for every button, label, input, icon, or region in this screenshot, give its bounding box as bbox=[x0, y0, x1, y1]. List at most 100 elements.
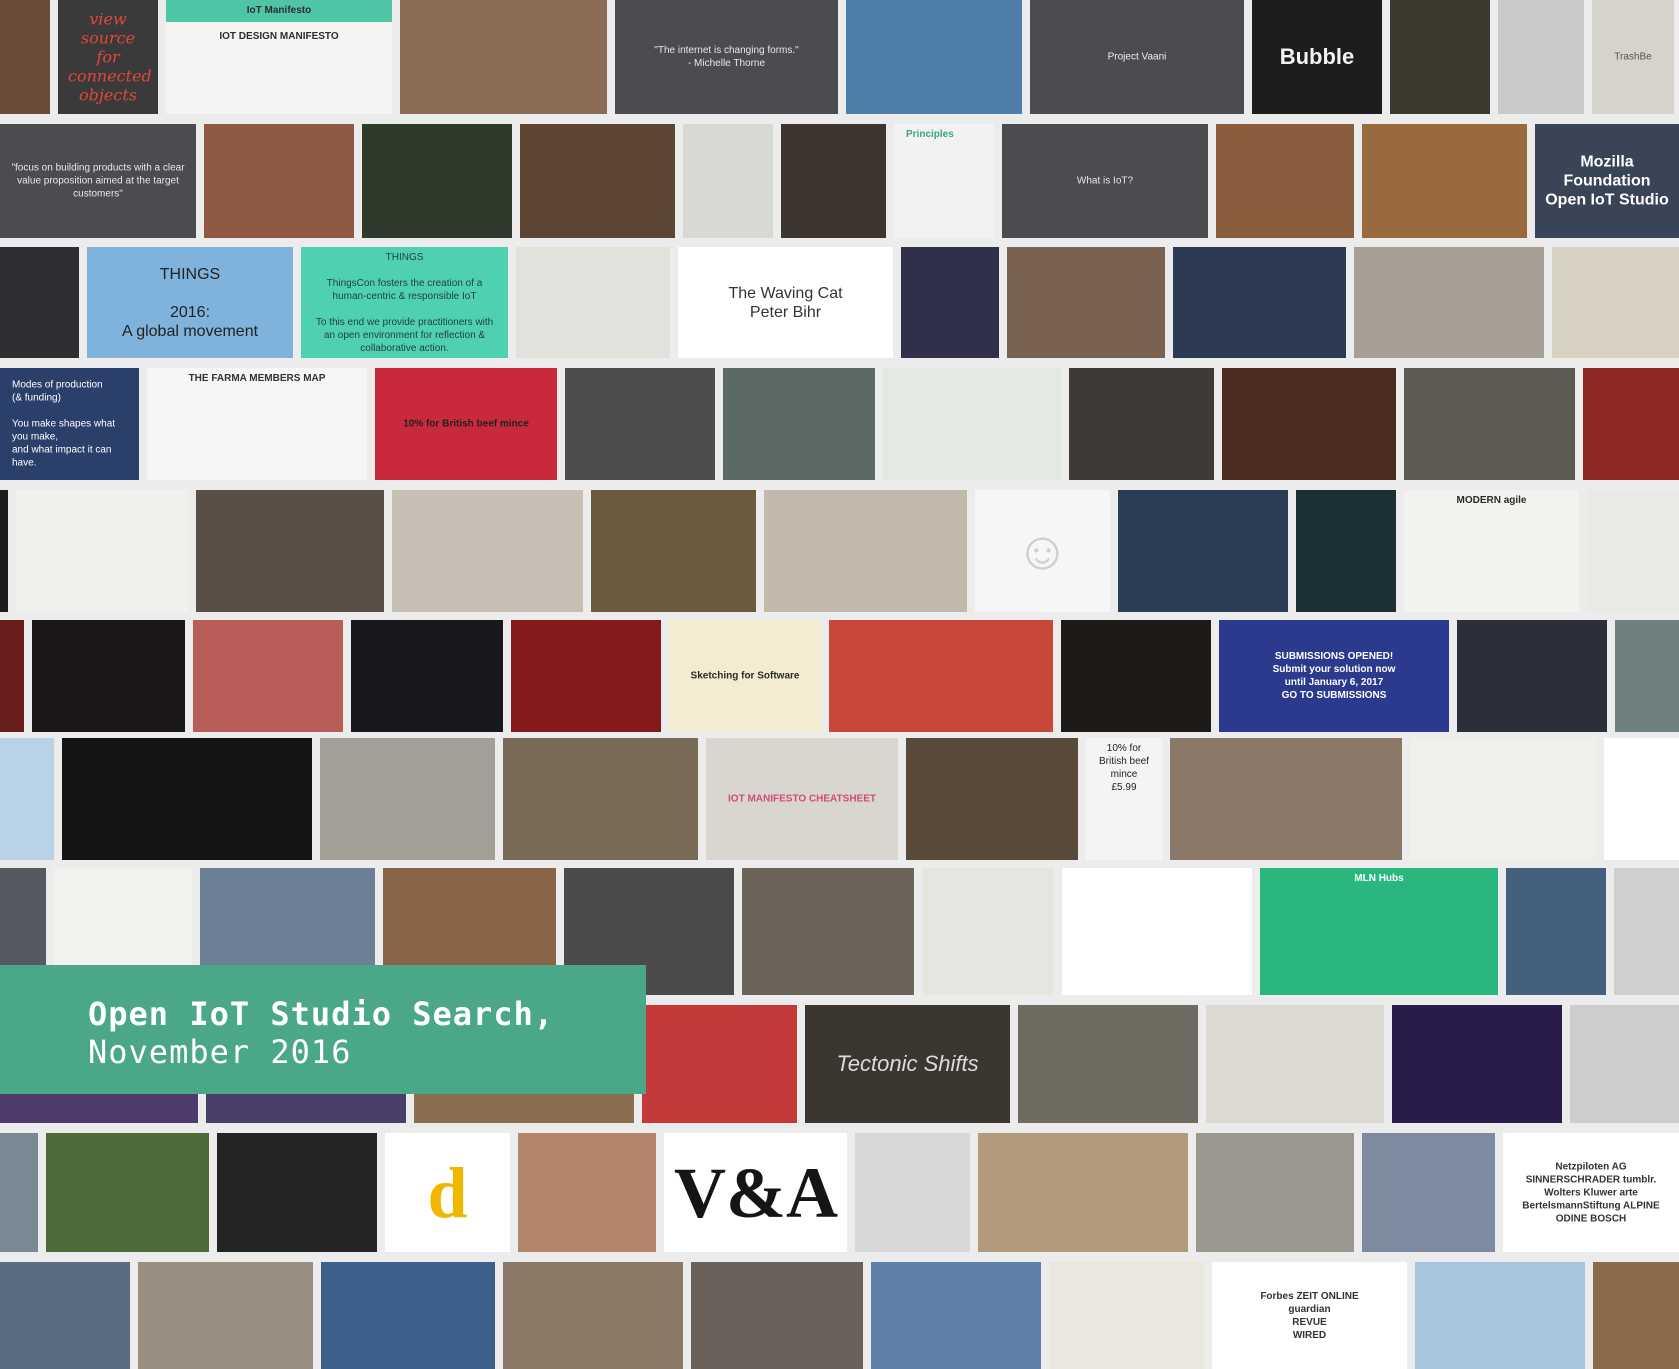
sketching-for-software-tile: Sketching for Software bbox=[669, 620, 821, 732]
hand-photo-tile bbox=[781, 124, 886, 238]
quote-slide-tile: "focus on building products with a clear… bbox=[0, 124, 196, 238]
modes-of-production-slide-tile: Modes of production (& funding) You make… bbox=[0, 368, 139, 480]
project-vaani-slide-tile: Project Vaani bbox=[1030, 0, 1244, 114]
edge-photo-tile bbox=[0, 490, 8, 612]
red-hall-photo-tile bbox=[511, 620, 661, 732]
tile-caption: SUBMISSIONS OPENED! Submit your solution… bbox=[1272, 651, 1396, 701]
glass-tower-photo-tile bbox=[321, 1262, 495, 1369]
meeting-table-photo-tile bbox=[1170, 738, 1402, 860]
photo-collage-tile bbox=[1206, 1005, 1384, 1123]
tile-caption: Netzpiloten AG SINNERSCHRADER tumblr. Wo… bbox=[1522, 1161, 1660, 1224]
media-logos-tile: Forbes ZEIT ONLINE guardian REVUE WIRED bbox=[1212, 1262, 1407, 1369]
iot-manifesto-tile: IoT Manifesto IOT DESIGN MANIFESTO bbox=[166, 0, 392, 114]
row-5: ☺ MODERN agile bbox=[0, 490, 1679, 612]
workshop-photo-tile bbox=[0, 0, 50, 114]
selfie-photo-tile bbox=[1069, 368, 1214, 480]
children-group-photo-tile bbox=[1007, 247, 1165, 358]
night-hall-photo-tile bbox=[32, 620, 185, 732]
maker-table-photo-tile bbox=[520, 124, 675, 238]
circuit-board-photo-tile bbox=[1587, 490, 1679, 612]
audience-photo-tile bbox=[1390, 0, 1490, 114]
tile-caption: Principles bbox=[906, 129, 954, 140]
row-1: view source for connected objects IoT Man… bbox=[0, 0, 1679, 114]
tile-caption: THE FARMA MEMBERS MAP bbox=[188, 373, 326, 384]
wooden-shelf-photo-tile bbox=[906, 738, 1078, 860]
handwritten-note-tile: view source for connected objects bbox=[58, 0, 158, 114]
edge-photo-tile bbox=[0, 620, 24, 732]
row-4: Modes of production (& funding) You make… bbox=[0, 368, 1679, 480]
cardboard-device-photo-tile bbox=[1354, 247, 1544, 358]
pendant-lamps-photo-tile bbox=[503, 1262, 683, 1369]
illuminated-facade-photo-tile bbox=[1061, 620, 1211, 732]
tile-caption: V&A bbox=[674, 1152, 838, 1233]
tile-caption: What is IoT? bbox=[1076, 175, 1134, 187]
hall-interior-photo-tile bbox=[591, 490, 756, 612]
exhibition-photo-tile bbox=[503, 738, 698, 860]
pixel-art-character-tile bbox=[1604, 738, 1679, 860]
baby-photo-tile bbox=[901, 247, 999, 358]
presentation-screen-photo-tile bbox=[1457, 620, 1607, 732]
classroom-photo-tile bbox=[1173, 247, 1346, 358]
chalkboard-people-photo-tile bbox=[1018, 1005, 1198, 1123]
partner-logos-tile: Netzpiloten AG SINNERSCHRADER tumblr. Wo… bbox=[1503, 1133, 1679, 1252]
mln-hubs-slide-tile: MLN Hubs bbox=[1260, 868, 1498, 995]
signal-flags-chart-tile bbox=[1062, 868, 1252, 995]
overhead-workshop-photo-tile bbox=[1506, 868, 1606, 995]
tablet-video-tile bbox=[1498, 0, 1584, 114]
graffiti-wall-photo-tile bbox=[362, 124, 512, 238]
party-photo-tile bbox=[193, 620, 343, 732]
product-box-photo-tile bbox=[1410, 738, 1596, 860]
tile-caption: "The internet is changing forms." - Mich… bbox=[654, 45, 799, 69]
city-skyline-photo-tile bbox=[0, 1262, 130, 1369]
tile-caption: 10% for British beef mince £5.99 bbox=[1098, 743, 1150, 793]
sensor-board-photo-tile bbox=[1552, 247, 1679, 358]
bubble-prototype-photo-tile bbox=[565, 368, 715, 480]
group-avatar-icon: ☺ bbox=[975, 490, 1110, 612]
manifesto-cheatsheet-photo-tile: IOT MANIFESTO CHEATSHEET bbox=[706, 738, 898, 860]
modern-building-photo-tile bbox=[871, 1262, 1041, 1369]
circuit-sketch-tile bbox=[16, 490, 188, 612]
map-pins-tile bbox=[883, 368, 1061, 480]
crowd-audience-photo-tile bbox=[1222, 368, 1396, 480]
tile-caption: Sketching for Software bbox=[690, 670, 800, 682]
portrait-photo-tile bbox=[62, 738, 312, 860]
edge-photo-tile bbox=[0, 1133, 38, 1252]
tile-caption: TrashBe bbox=[1614, 51, 1652, 63]
octopus-tentacle-photo-tile bbox=[829, 620, 1053, 732]
tile-caption: "focus on building products with a clear… bbox=[11, 162, 185, 200]
row-6: Sketching for Software SUBMISSIONS OPENED… bbox=[0, 620, 1679, 732]
row-3: THINGS 2016: A global movement THINGS Thi… bbox=[0, 247, 1679, 358]
kitchen-photo-tile bbox=[1362, 124, 1527, 238]
waving-cat-slide-tile: The Waving Cat Peter Bihr bbox=[678, 247, 893, 358]
stage-lights-photo-tile bbox=[1392, 1005, 1562, 1123]
title-banner: Open IoT Studio Search, November 2016 bbox=[0, 965, 646, 1094]
wooden-box-led-tile bbox=[392, 490, 583, 612]
greenhouse-structure-photo-tile bbox=[138, 1262, 313, 1369]
tile-caption: 10% for British beef mince bbox=[403, 418, 529, 430]
thingscon-slide-tile: THINGS ThingsCon fosters the creation of… bbox=[301, 247, 508, 358]
v-and-a-logo-tile: V&A bbox=[664, 1133, 847, 1252]
tile-caption: Forbes ZEIT ONLINE guardian REVUE WIRED bbox=[1260, 1290, 1359, 1341]
metal-sculpture-photo-tile bbox=[320, 738, 495, 860]
principles-slide-tile: Principles bbox=[894, 124, 994, 238]
tile-caption: view source for connected objects bbox=[68, 9, 152, 105]
lab-equipment-photo-tile bbox=[1615, 620, 1679, 732]
tile-caption: MLN Hubs bbox=[1354, 873, 1404, 884]
wall-buttons-photo-tile bbox=[691, 1262, 863, 1369]
tile-caption: MODERN agile bbox=[1456, 495, 1527, 506]
title-line-2: November 2016 bbox=[88, 1033, 352, 1071]
drawing-sheet-tile bbox=[516, 247, 670, 358]
yellow-logo-tile: d bbox=[385, 1133, 510, 1252]
night-building-photo-tile bbox=[351, 620, 503, 732]
dark-code-slide-tile bbox=[0, 247, 79, 358]
quote-slide-tile: "The internet is changing forms." - Mich… bbox=[615, 0, 838, 114]
crowd-photo-tile bbox=[400, 0, 607, 114]
trashbe-tile: TrashBe bbox=[1592, 0, 1674, 114]
solar-panel-photo-tile bbox=[46, 1133, 209, 1252]
map-edge-tile bbox=[0, 738, 54, 860]
led-clock-box-tile bbox=[764, 490, 967, 612]
global-movement-map-tile: THINGS 2016: A global movement bbox=[87, 247, 293, 358]
finland-map-tile bbox=[1415, 1262, 1585, 1369]
man-portrait-photo-tile bbox=[922, 868, 1054, 995]
alpine-town-photo-tile bbox=[1593, 1262, 1679, 1369]
